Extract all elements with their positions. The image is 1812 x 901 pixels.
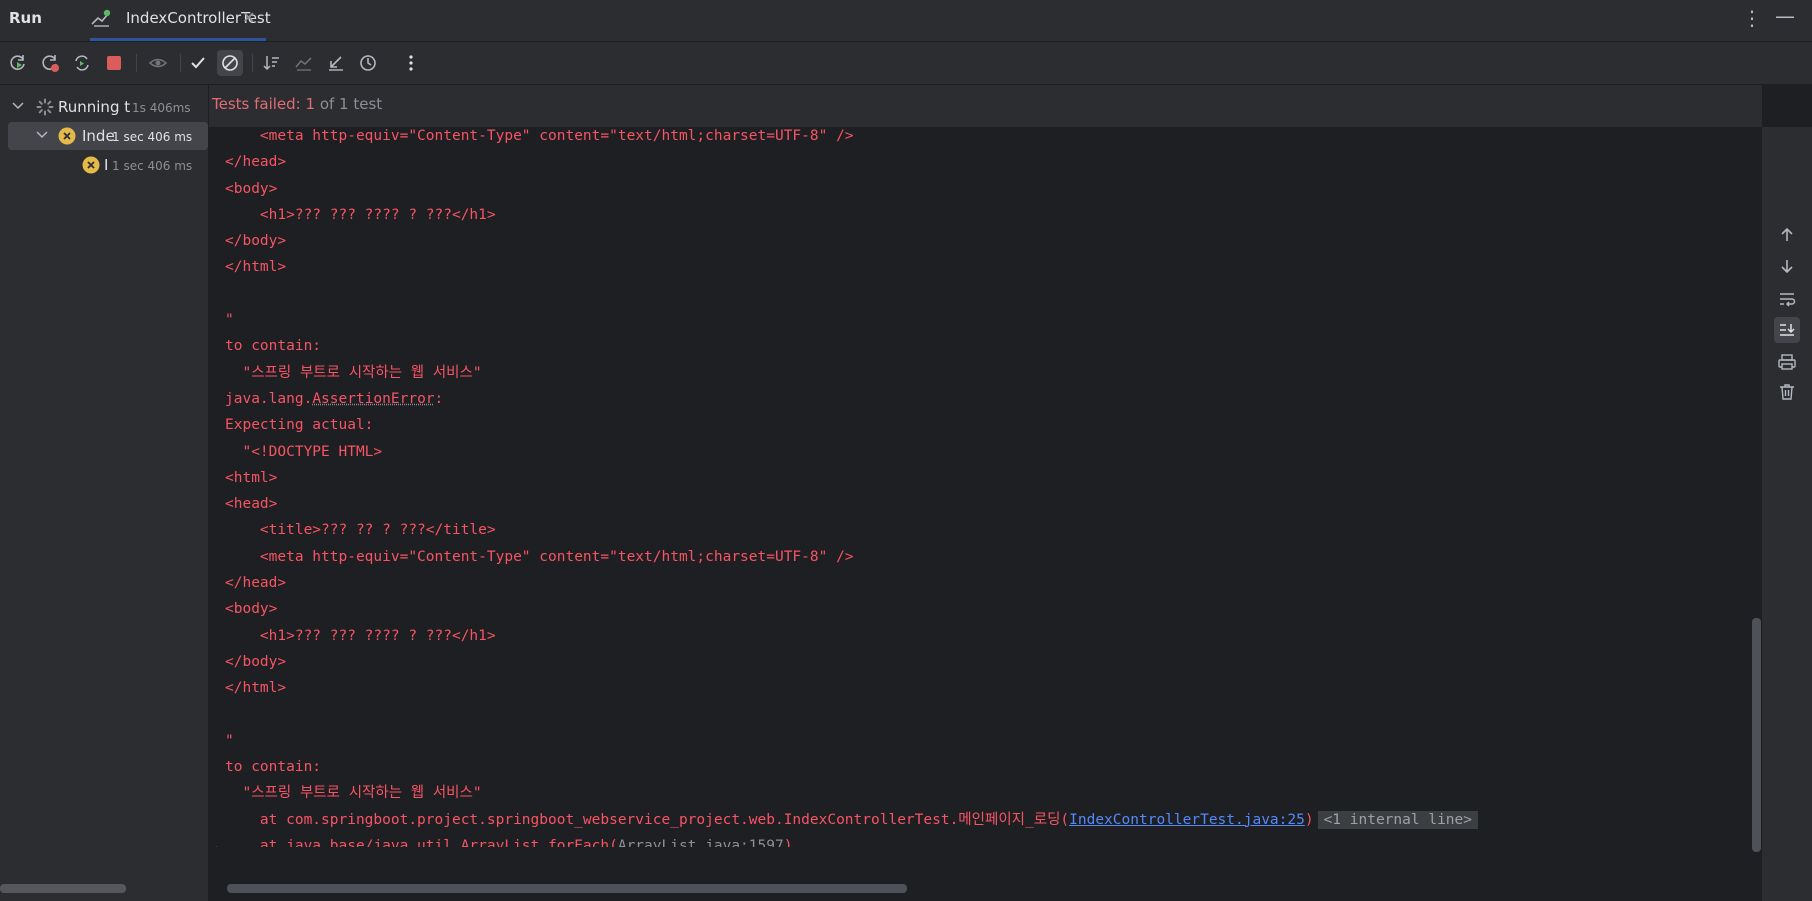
console-line: </html> [225,259,287,276]
rerun-icon[interactable] [5,50,31,76]
tab-index-controller-test[interactable]: IndexControllerTest ✕ [90,0,271,41]
tool-window-header: Run IndexControllerTest ✕ ⋮ — [0,0,1812,42]
show-passed-icon[interactable] [145,50,171,76]
check-icon[interactable] [185,50,211,76]
console-line: to contain: [225,338,322,355]
sort-icon[interactable] [259,50,285,76]
console-line: "<!DOCTYPE HTML> [225,443,383,460]
more-icon[interactable] [398,50,424,76]
test-tree: Running t 1s 406ms Inde 1 sec 406 ms I 1… [0,85,209,901]
console-side-toolbar [1762,127,1812,901]
console-line: " [225,312,234,329]
chevron-down-icon[interactable] [11,99,25,113]
source-link[interactable]: IndexControllerTest.java:25 [1069,812,1305,828]
console-line: Expecting actual: [225,417,374,434]
scroll-to-end-icon[interactable] [1774,317,1800,343]
stack-frame: at com.springboot.project.springboot_web… [225,807,1478,833]
console-line: "스프링 부트로 시작하는 웹 서비스" [225,785,482,802]
rerun-failed-icon[interactable] [37,50,63,76]
active-tab-indicator [90,38,266,41]
arrow-down-icon[interactable] [1774,253,1800,279]
assertion-class[interactable]: AssertionError [312,391,434,407]
stop-icon[interactable] [101,50,127,76]
chevron-right-icon[interactable] [213,845,225,847]
toolbar-separator [180,54,181,72]
console-line: <meta http-equiv="Content-Type" content=… [225,548,854,565]
toggle-auto-test-icon[interactable] [69,50,95,76]
show-ignored-icon[interactable] [217,50,243,76]
toolbar-separator [252,54,253,72]
assertion-package: java.lang. [225,390,313,407]
test-summary: Tests failed: 1 of 1 test [212,95,382,113]
stack-frame-paren: ) [1304,811,1314,828]
run-toolbar [0,42,1812,85]
tree-item-test[interactable]: I 1 sec 406 ms [0,151,208,179]
spinner-icon [36,98,54,116]
console-line: <head> [225,496,278,513]
console-line: <body> [225,601,278,618]
run-title: Run [9,9,42,27]
tree-item-time: 1s 406ms [132,101,191,115]
console-line: "스프링 부트로 시작하는 웹 서비스" [225,364,482,381]
tree-item-time: 1 sec 406 ms [112,130,193,144]
print-icon[interactable] [1774,349,1800,375]
tree-item-label: Inde [82,127,115,145]
history-icon[interactable] [355,50,381,76]
console-horizontal-scrollbar[interactable] [227,884,907,893]
stack-frame-text: at java.base/java.util.ArrayList.forEach… [225,838,618,847]
tree-item-suite[interactable]: Inde 1 sec 406 ms [8,122,208,150]
import-tests-icon[interactable] [291,50,317,76]
minimize-icon[interactable]: — [1775,4,1795,28]
tree-item-time: 1 sec 406 ms [112,159,193,173]
test-run-icon [90,9,112,29]
console-line: <body> [225,180,278,197]
console-line: <h1>??? ??? ???? ? ???</h1> [225,206,496,223]
console-line: " [225,732,234,749]
stack-frame-text: at com.springboot.project.springboot_web… [225,811,1070,828]
tree-horizontal-scrollbar[interactable] [0,884,126,893]
tests-failed-label: Tests failed: 1 [212,95,316,113]
console-line: <h1>??? ??? ???? ? ???</h1> [225,627,496,644]
console-line: to contain: [225,759,322,776]
collapse-icon[interactable] [323,50,349,76]
console-line: <html> [225,469,278,486]
console-panel: Tests failed: 1 of 1 test <meta http-equ… [209,85,1812,901]
console-line: <title>??? ?? ? ???</title> [225,522,496,539]
chevron-down-icon[interactable] [35,128,49,142]
console-line: </head> [225,154,287,171]
console-line: java.lang.AssertionError: [225,386,1478,412]
close-icon[interactable]: ✕ [242,8,255,27]
tree-item-root[interactable]: Running t 1s 406ms [0,93,208,121]
toolbar-separator [136,54,137,72]
console-lines: <meta http-equiv="Content-Type" content=… [225,127,1478,847]
more-options-icon[interactable]: ⋮ [1742,6,1762,30]
assertion-colon: : [434,390,444,407]
console-line: </body> [225,233,287,250]
stack-frame: at java.base/java.util.ArrayList.forEach… [225,833,1478,847]
failed-test-icon [82,156,100,174]
tests-total-label: of 1 test [315,95,383,113]
tree-item-label: Running t [58,98,130,116]
source-link[interactable]: ArrayList.java:1597 [618,838,784,847]
console-line: </body> [225,653,287,670]
console-vertical-scrollbar[interactable] [1752,618,1761,852]
failed-test-icon [58,127,76,145]
stack-frame-paren: ) [783,838,793,847]
trash-icon[interactable] [1774,379,1800,405]
console-output[interactable]: <meta http-equiv="Content-Type" content=… [209,127,1759,847]
console-line: <meta http-equiv="Content-Type" content=… [225,128,854,144]
console-line: </html> [225,680,287,697]
internal-line-fold[interactable]: <1 internal line> [1317,810,1478,829]
tree-item-label: I [104,156,109,174]
console-line: </head> [225,575,287,592]
test-summary-bar: Tests failed: 1 of 1 test [209,85,1762,127]
arrow-up-icon[interactable] [1774,222,1800,248]
soft-wrap-icon[interactable] [1774,286,1800,312]
